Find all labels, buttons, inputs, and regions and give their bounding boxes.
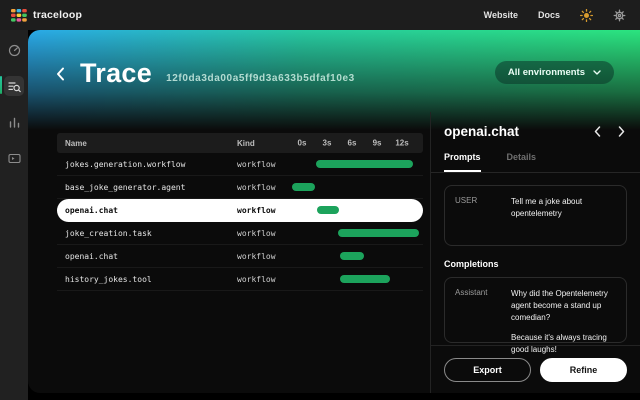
span-detail-panel: openai.chat Prompts Details USER Tell me … (430, 112, 640, 393)
prompt-card: USER Tell me a joke about opentelemetry (444, 185, 627, 246)
duration-bar (340, 275, 390, 283)
timeline-tick: 6s (348, 139, 357, 148)
sidebar-item-dashboard[interactable] (0, 36, 28, 64)
export-button[interactable]: Export (444, 358, 531, 382)
timeline-axis: 0s 3s 6s 9s 12s (292, 133, 423, 153)
brand[interactable]: traceloop (11, 9, 82, 22)
trace-row[interactable]: joke_creation.taskworkflow (57, 222, 423, 245)
column-header-kind: Kind (237, 139, 292, 148)
span-title: openai.chat (444, 124, 519, 139)
completion-message: Why did the Opentelemetry agent become a… (511, 288, 616, 332)
topbar: traceloop Website Docs (0, 0, 640, 30)
sidebar-item-playground[interactable] (0, 144, 28, 172)
environment-dropdown[interactable]: All environments (495, 61, 614, 84)
settings-gear-icon[interactable] (613, 9, 626, 22)
tab-details[interactable]: Details (507, 152, 537, 172)
next-span-button[interactable] (618, 126, 625, 137)
chevron-right-icon (618, 126, 625, 137)
playground-icon (4, 148, 24, 168)
span-name: base_joke_generator.agent (65, 183, 237, 192)
span-timeline (292, 153, 423, 175)
tab-prompts[interactable]: Prompts (444, 152, 481, 172)
trace-row[interactable]: jokes.generation.workflowworkflow (57, 153, 423, 176)
traceloop-logo-icon (11, 9, 27, 22)
spans-table: Name Kind 0s 3s 6s 9s 12s jokes.generation.w… (57, 133, 423, 291)
span-timeline (292, 199, 423, 221)
completion-text-line: Why did the Opentelemetry agent become a… (511, 288, 616, 324)
page-title: Trace (80, 58, 152, 89)
topbar-link-docs[interactable]: Docs (538, 10, 560, 20)
timeline-tick: 9s (373, 139, 382, 148)
duration-bar (292, 183, 315, 191)
theme-sun-icon[interactable] (580, 9, 593, 22)
dashboard-gauge-icon (4, 40, 24, 60)
span-name: history_jokes.tool (65, 275, 237, 284)
chevron-left-icon (594, 126, 601, 137)
trace-row[interactable]: history_jokes.toolworkflow (57, 268, 423, 291)
span-name: openai.chat (65, 252, 237, 261)
completions-section-label: Completions (444, 259, 627, 269)
span-name: jokes.generation.workflow (65, 160, 237, 169)
span-timeline (292, 176, 423, 198)
span-kind: workflow (237, 275, 292, 284)
metrics-chart-icon (4, 112, 24, 132)
span-kind: workflow (237, 252, 292, 261)
span-kind: workflow (237, 160, 292, 169)
prompt-message: Tell me a joke about opentelemetry (511, 196, 616, 235)
back-button[interactable] (56, 63, 72, 85)
sidebar-item-metrics[interactable] (0, 108, 28, 136)
prev-span-button[interactable] (594, 126, 601, 137)
duration-bar (338, 229, 419, 237)
completion-role-label: Assistant (455, 288, 501, 332)
duration-bar (317, 206, 339, 214)
span-name: openai.chat (65, 206, 237, 215)
trace-row[interactable]: openai.chatworkflow (57, 245, 423, 268)
completion-card: Assistant Why did the Opentelemetry agen… (444, 277, 627, 343)
span-kind: workflow (237, 183, 292, 192)
trace-row[interactable]: base_joke_generator.agentworkflow (57, 176, 423, 199)
detail-tabs: Prompts Details (431, 152, 640, 173)
traces-search-icon (4, 76, 24, 96)
refine-button[interactable]: Refine (540, 358, 627, 382)
span-kind: workflow (237, 206, 292, 215)
trace-row[interactable]: openai.chatworkflow (57, 199, 423, 222)
chevron-down-icon (593, 70, 601, 75)
spans-table-header: Name Kind 0s 3s 6s 9s 12s (57, 133, 423, 153)
main-panel: Trace 12f0da3da00a5ff9d3a633b5dfaf10e3 A… (28, 30, 640, 393)
spans-table-body: jokes.generation.workflowworkflowbase_jo… (57, 153, 423, 291)
timeline-tick: 12s (395, 139, 408, 148)
prompt-role-label: USER (455, 196, 501, 235)
sidebar (0, 30, 28, 400)
environment-dropdown-label: All environments (508, 67, 585, 78)
span-timeline (292, 268, 423, 290)
trace-id: 12f0da3da00a5ff9d3a633b5dfaf10e3 (166, 73, 355, 84)
chevron-left-icon (56, 67, 65, 81)
sidebar-item-traces[interactable] (0, 72, 28, 100)
detail-footer: Export Refine (431, 345, 640, 393)
duration-bar (340, 252, 364, 260)
span-timeline (292, 245, 423, 267)
timeline-tick: 0s (298, 139, 307, 148)
span-name: joke_creation.task (65, 229, 237, 238)
span-timeline (292, 222, 423, 244)
duration-bar (316, 160, 413, 168)
topbar-link-website[interactable]: Website (484, 10, 518, 20)
column-header-name: Name (65, 139, 237, 148)
span-kind: workflow (237, 229, 292, 238)
brand-name: traceloop (33, 9, 82, 21)
timeline-tick: 3s (323, 139, 332, 148)
